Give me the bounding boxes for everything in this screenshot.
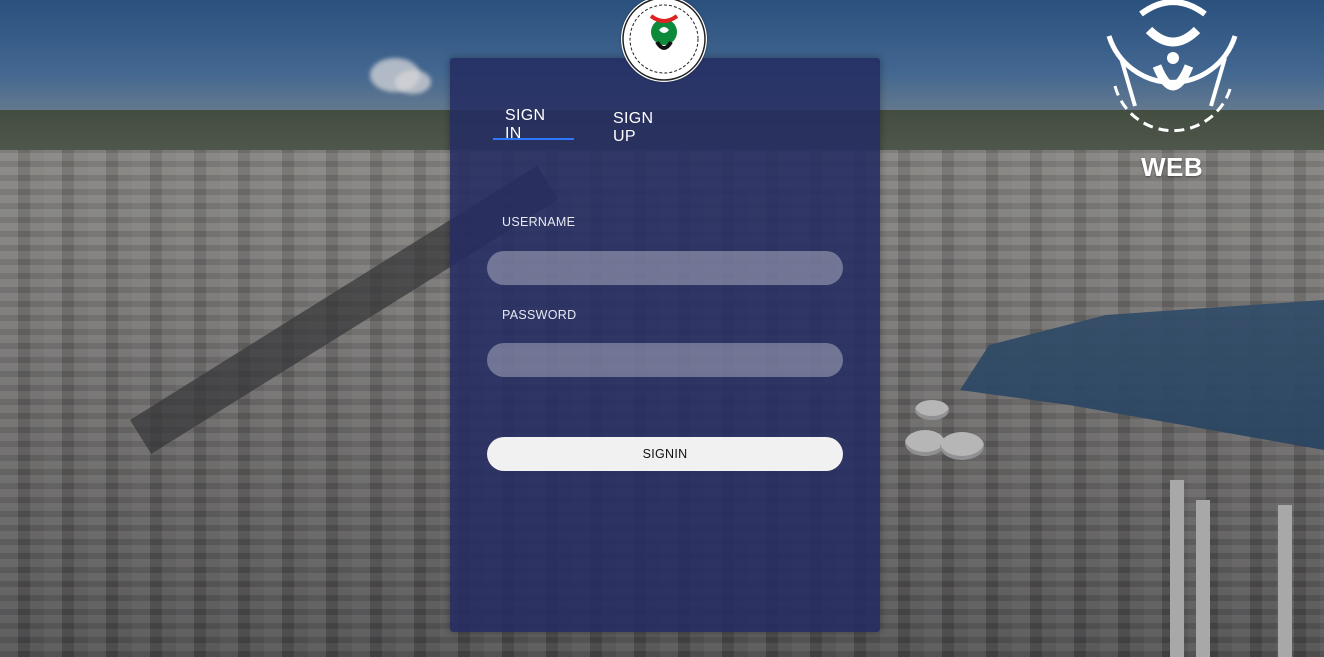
tab-sign-up[interactable]: SIGN UP xyxy=(613,110,653,146)
corner-logo-text: WEB xyxy=(1141,152,1204,182)
channel-emblem-icon xyxy=(621,0,707,82)
username-label: USERNAME xyxy=(502,215,576,229)
login-panel: SIGN IN SIGN UP USERNAME PASSWORD SIGNIN xyxy=(450,58,880,632)
active-tab-indicator xyxy=(493,138,574,140)
username-input[interactable] xyxy=(487,251,843,285)
signin-button[interactable]: SIGNIN xyxy=(487,437,843,471)
password-label: PASSWORD xyxy=(502,308,577,322)
password-input[interactable] xyxy=(487,343,843,377)
